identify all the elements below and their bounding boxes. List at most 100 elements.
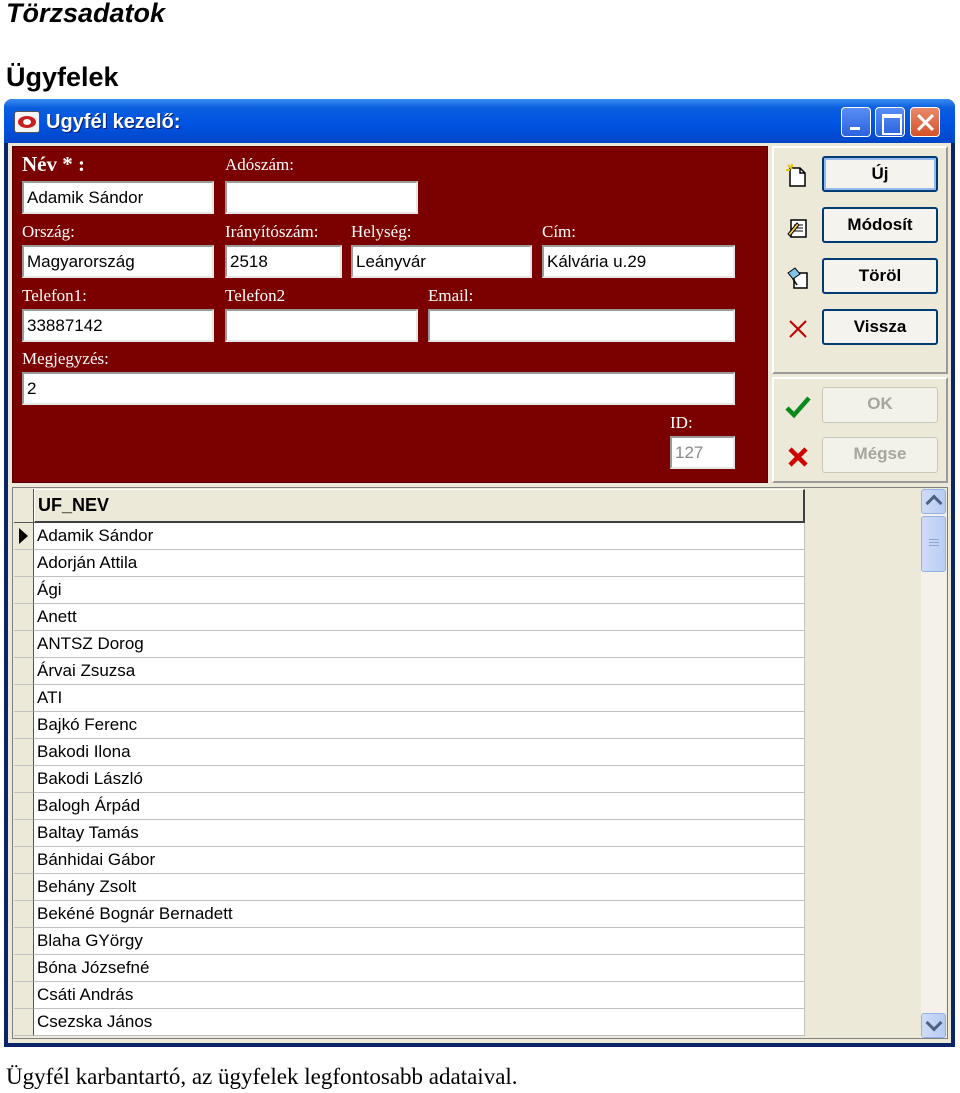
table-row[interactable]: ANTSZ Dorog — [14, 631, 805, 658]
table-cell-uf-nev[interactable]: Adamik Sándor — [34, 523, 805, 550]
table-row[interactable]: Anett — [14, 604, 805, 631]
row-indicator[interactable] — [14, 874, 34, 901]
table-row[interactable]: Bajkó Ferenc — [14, 712, 805, 739]
table-cell-uf-nev[interactable]: Bakodi Ilona — [34, 739, 805, 766]
window-client-area: Név * : Adamik Sándor Adószám: Ország: M… — [8, 143, 951, 1043]
row-indicator[interactable] — [14, 955, 34, 982]
table-row[interactable]: Árvai Zsuzsa — [14, 658, 805, 685]
table-row[interactable]: Csezska János — [14, 1009, 805, 1036]
table-cell-uf-nev[interactable]: Anett — [34, 604, 805, 631]
row-indicator[interactable] — [14, 982, 34, 1009]
note-label: Megjegyzés: — [22, 349, 109, 368]
table-cell-uf-nev[interactable]: Csezska János — [34, 1009, 805, 1036]
table-cell-uf-nev[interactable]: Blaha GYörgy — [34, 928, 805, 955]
window-title: Ugyfél kezelő: — [46, 111, 181, 133]
back-button[interactable]: Vissza — [822, 309, 938, 345]
table-row[interactable]: Bekéné Bognár Bernadett — [14, 901, 805, 928]
row-indicator[interactable] — [14, 820, 34, 847]
section-heading: Ügyfelek — [6, 62, 119, 92]
table-row[interactable]: Blaha GYörgy — [14, 928, 805, 955]
tax-number-label: Adószám: — [225, 155, 294, 174]
table-cell-uf-nev[interactable]: Bajkó Ferenc — [34, 712, 805, 739]
table-row[interactable]: Ági — [14, 577, 805, 604]
current-row-arrow-icon — [19, 528, 28, 544]
row-indicator[interactable] — [14, 1009, 34, 1036]
grid-viewport: UF_NEV Adamik Sándor Adorján Attila Ági Ane… — [14, 489, 805, 1038]
row-indicator[interactable] — [14, 604, 34, 631]
postal-code-label: Irányítószám: — [225, 222, 319, 241]
phone1-label: Telefon1: — [22, 286, 87, 305]
title-bar[interactable]: Ugyfél kezelő: — [4, 99, 955, 143]
row-indicator[interactable] — [14, 901, 34, 928]
table-cell-uf-nev[interactable]: Bekéné Bognár Bernadett — [34, 901, 805, 928]
table-cell-uf-nev[interactable]: ANTSZ Dorog — [34, 631, 805, 658]
customer-manager-window: Ugyfél kezelő: Név * : Adamik Sándor Adó… — [4, 99, 955, 1047]
table-cell-uf-nev[interactable]: Balogh Árpád — [34, 793, 805, 820]
table-cell-uf-nev[interactable]: Bóna Józsefné — [34, 955, 805, 982]
scroll-thumb[interactable] — [921, 516, 946, 572]
scroll-down-icon[interactable] — [921, 1013, 946, 1038]
tax-number-field[interactable] — [225, 181, 418, 214]
row-indicator[interactable] — [14, 523, 34, 550]
table-cell-uf-nev[interactable]: Behány Zsolt — [34, 874, 805, 901]
column-header-uf-nev[interactable]: UF_NEV — [34, 489, 805, 523]
row-indicator[interactable] — [14, 577, 34, 604]
row-indicator[interactable] — [14, 550, 34, 577]
table-cell-uf-nev[interactable]: ATI — [34, 685, 805, 712]
delete-eraser-icon — [784, 264, 812, 292]
table-cell-uf-nev[interactable]: Bánhidai Gábor — [34, 847, 805, 874]
vertical-scrollbar[interactable] — [921, 489, 946, 1038]
close-icon[interactable] — [910, 107, 940, 137]
table-row[interactable]: Adamik Sándor — [14, 523, 805, 550]
table-cell-uf-nev[interactable]: Csáti András — [34, 982, 805, 1009]
modify-button[interactable]: Módosít — [822, 207, 938, 243]
table-cell-uf-nev[interactable]: Bakodi László — [34, 766, 805, 793]
row-indicator[interactable] — [14, 928, 34, 955]
table-row[interactable]: Adorján Attila — [14, 550, 805, 577]
delete-button[interactable]: Töröl — [822, 258, 938, 294]
city-field[interactable]: Leányvár — [351, 245, 532, 278]
grid-header: UF_NEV — [14, 489, 805, 523]
row-indicator[interactable] — [14, 712, 34, 739]
phone1-field[interactable]: 33887142 — [22, 309, 214, 342]
country-field[interactable]: Magyarország — [22, 245, 214, 278]
table-cell-uf-nev[interactable]: Árvai Zsuzsa — [34, 658, 805, 685]
phone2-field[interactable] — [225, 309, 418, 342]
name-field[interactable]: Adamik Sándor — [22, 181, 214, 214]
figure-caption: Ügyfél karbantartó, az ügyfelek legfonto… — [6, 1064, 518, 1089]
name-label: Név * : — [22, 152, 85, 176]
app-icon[interactable] — [14, 111, 40, 133]
new-button[interactable]: Új — [822, 156, 938, 192]
address-field[interactable]: Kálvária u.29 — [542, 245, 735, 278]
scroll-up-icon[interactable] — [921, 489, 946, 514]
table-row[interactable]: Bóna Józsefné — [14, 955, 805, 982]
row-indicator[interactable] — [14, 793, 34, 820]
note-field[interactable]: 2 — [22, 372, 735, 405]
table-row[interactable]: Balogh Árpád — [14, 793, 805, 820]
table-row[interactable]: Csáti András — [14, 982, 805, 1009]
row-indicator[interactable] — [14, 766, 34, 793]
table-row[interactable]: Bánhidai Gábor — [14, 847, 805, 874]
ok-button[interactable]: OK — [822, 387, 938, 423]
table-cell-uf-nev[interactable]: Ági — [34, 577, 805, 604]
email-field[interactable] — [428, 309, 735, 342]
row-indicator[interactable] — [14, 847, 34, 874]
row-indicator[interactable] — [14, 658, 34, 685]
maximize-icon[interactable] — [875, 107, 905, 137]
row-indicator[interactable] — [14, 685, 34, 712]
table-cell-uf-nev[interactable]: Baltay Tamás — [34, 820, 805, 847]
table-row[interactable]: Bakodi László — [14, 766, 805, 793]
table-row[interactable]: Behány Zsolt — [14, 874, 805, 901]
cancel-button[interactable]: Mégse — [822, 437, 938, 473]
table-row[interactable]: ATI — [14, 685, 805, 712]
edit-document-icon — [784, 213, 812, 241]
table-row[interactable]: Baltay Tamás — [14, 820, 805, 847]
row-indicator[interactable] — [14, 631, 34, 658]
customer-data-grid[interactable]: UF_NEV Adamik Sándor Adorján Attila Ági Ane… — [12, 487, 948, 1039]
postal-code-field[interactable]: 2518 — [225, 245, 342, 278]
row-indicator[interactable] — [14, 739, 34, 766]
city-label: Helység: — [351, 222, 412, 241]
table-row[interactable]: Bakodi Ilona — [14, 739, 805, 766]
minimize-icon[interactable] — [841, 107, 871, 137]
table-cell-uf-nev[interactable]: Adorján Attila — [34, 550, 805, 577]
